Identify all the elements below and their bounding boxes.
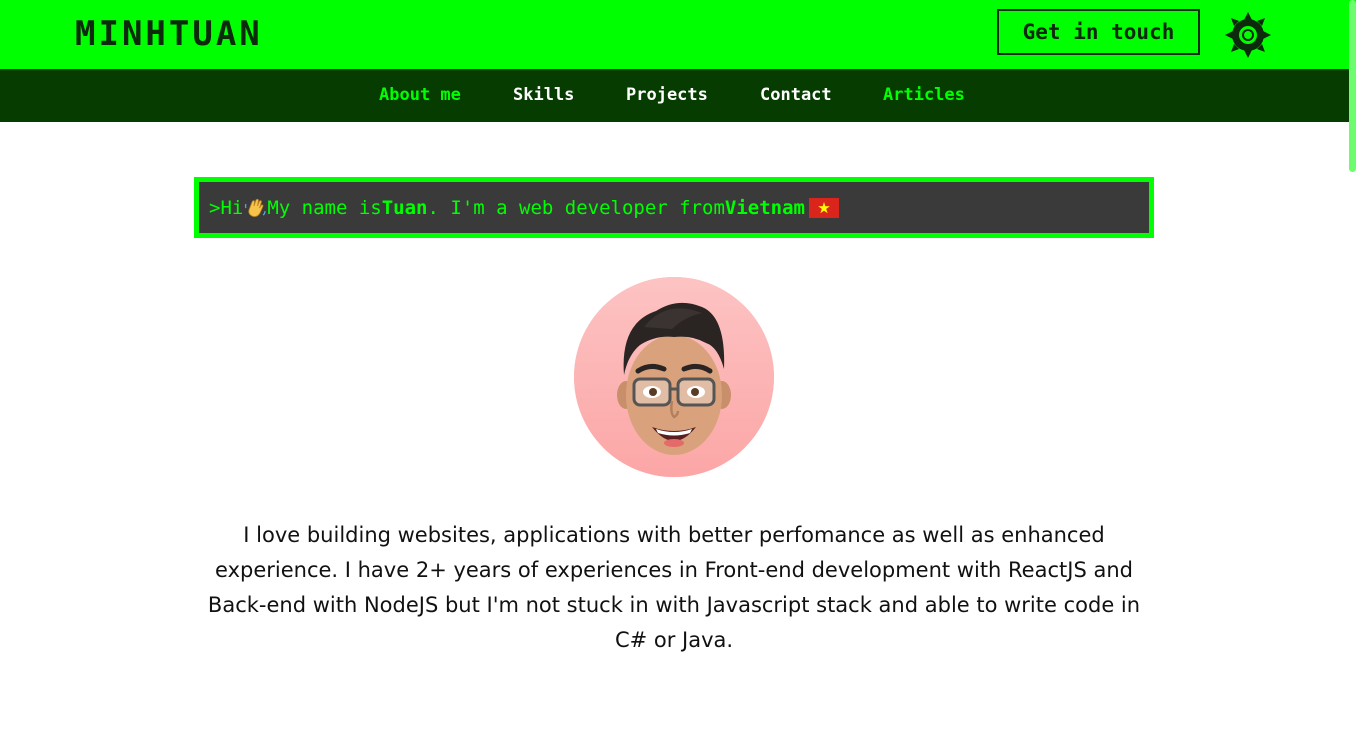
nav-item-contact[interactable]: Contact (760, 69, 832, 122)
scrollbar-thumb[interactable] (1349, 0, 1356, 172)
intro-terminal: > Hi My name is Tuan. I'm a web develope… (194, 177, 1154, 238)
country-text: Vietnam (724, 196, 805, 219)
nav-item-articles[interactable]: Articles (883, 69, 965, 122)
avatar (574, 277, 774, 477)
vietnam-flag-icon (809, 197, 839, 218)
intro-middle-text: . I'm a web developer from (427, 196, 725, 219)
name-prefix-text: My name is (267, 196, 382, 219)
main-nav: About me Skills Projects Contact Article… (0, 69, 1349, 122)
nav-item-projects[interactable]: Projects (626, 69, 708, 122)
nav-item-about-me[interactable]: About me (379, 69, 461, 122)
prompt-symbol: > (209, 196, 221, 219)
memoji-avatar (574, 277, 774, 477)
sun-gear-icon (1225, 12, 1271, 58)
name-text: Tuan (381, 196, 428, 219)
greeting-text: Hi (220, 196, 244, 219)
theme-toggle-button[interactable] (1224, 11, 1272, 59)
bio-text: I love building websites, applications w… (207, 523, 1141, 652)
nav-item-skills[interactable]: Skills (513, 69, 574, 122)
waving-hand-icon (245, 198, 266, 217)
header-bar: MINHTUAN Get in touch (0, 0, 1356, 69)
get-in-touch-button[interactable]: Get in touch (997, 9, 1200, 55)
site-logo[interactable]: MINHTUAN (75, 14, 263, 54)
